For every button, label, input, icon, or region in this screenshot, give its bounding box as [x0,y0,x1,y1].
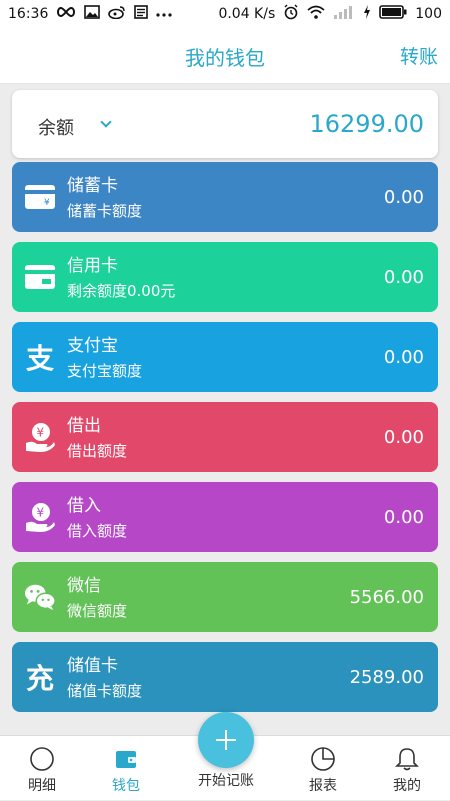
debit-card-icon: ¥ [24,180,56,214]
account-card-credit[interactable]: 信用卡 剩余额度0.00元 0.00 [12,242,438,312]
svg-text:¥: ¥ [37,426,45,440]
balance-amount: 16299.00 [309,110,424,138]
wallet-icon [114,746,138,772]
chevron-down-icon[interactable] [100,116,112,128]
account-card-wechat[interactable]: 微信 微信额度 5566.00 [12,562,438,632]
account-subtitle: 借入额度 [67,522,128,540]
account-amount: 0.00 [383,187,424,208]
account-amount: 0.00 [383,507,424,528]
account-card-lend-out[interactable]: ¥ 借出 借出额度 0.00 [12,402,438,472]
signal-icon [333,5,355,23]
nav-mine[interactable]: 我的 [367,736,447,801]
account-card-borrow-in[interactable]: ¥ 借入 借入额度 0.00 [12,482,438,552]
account-list: ¥ 储蓄卡 储蓄卡额度 0.00 信用卡 剩余额度0.00元 0.00 支 支付… [12,162,438,722]
credit-card-icon [24,260,56,294]
wechat-icon [24,580,56,614]
account-card-debit[interactable]: ¥ 储蓄卡 储蓄卡额度 0.00 [12,162,438,232]
account-subtitle: 支付宝额度 [67,362,143,380]
nav-label: 钱包 [112,778,140,794]
charging-icon [363,5,371,23]
transfer-button[interactable]: 转账 [400,42,438,69]
alarm-icon [283,4,299,24]
account-name: 支付宝 [67,336,118,356]
alipay-icon: 支 [25,342,54,375]
account-card-alipay[interactable]: 支 支付宝 支付宝额度 0.00 [12,322,438,392]
nav-wallet[interactable]: 钱包 [86,736,166,801]
account-subtitle: 剩余额度0.00元 [67,282,176,300]
more-dots-icon [156,6,172,22]
account-amount: 0.00 [383,347,424,368]
loop-icon [56,6,76,22]
document-icon [134,5,149,23]
app-header: 我的钱包 转账 [0,28,450,84]
account-subtitle: 储值卡额度 [67,682,143,700]
nav-label: 我的 [393,778,421,794]
balance-label: 余额 [38,118,74,139]
status-time: 16:36 [8,6,49,22]
account-name: 借出 [67,416,101,436]
add-record-button[interactable] [198,712,254,768]
balance-card[interactable]: 余额 16299.00 [12,90,438,158]
battery-icon [379,5,407,23]
account-name: 储蓄卡 [67,176,118,196]
wifi-icon [307,5,325,23]
account-card-prepaid[interactable]: 充 储值卡 储值卡额度 2589.00 [12,642,438,712]
weibo-icon [108,5,126,23]
account-amount: 0.00 [383,427,424,448]
svg-text:¥: ¥ [37,506,45,520]
nav-label: 明细 [28,778,56,794]
battery-level: 100 [415,6,442,22]
account-name: 借入 [67,496,101,516]
account-subtitle: 借出额度 [67,442,128,460]
account-name: 储值卡 [67,656,118,676]
plus-icon [216,730,236,750]
nav-reports[interactable]: 报表 [283,736,363,801]
account-amount: 5566.00 [349,587,424,608]
page-title: 我的钱包 [185,46,265,70]
account-subtitle: 储蓄卡额度 [67,202,143,220]
svg-text:¥: ¥ [44,198,50,208]
prepaid-card-icon: 充 [25,662,54,695]
account-name: 微信 [67,576,101,596]
account-name: 信用卡 [67,256,118,276]
nav-details[interactable]: 明细 [2,736,82,801]
bell-icon [395,746,419,772]
status-bar: 16:36 0.04 K/s 100 [0,0,450,28]
image-icon [84,5,101,23]
borrow-in-icon: ¥ [24,500,56,534]
nav-label: 报表 [309,778,337,794]
account-subtitle: 微信额度 [67,602,128,620]
start-record-label[interactable]: 开始记账 [180,770,272,790]
account-amount: 2589.00 [349,667,424,688]
network-speed: 0.04 K/s [218,6,276,22]
circle-icon [29,746,55,772]
pie-chart-icon [310,746,336,772]
account-amount: 0.00 [383,267,424,288]
lend-out-icon: ¥ [24,420,56,454]
